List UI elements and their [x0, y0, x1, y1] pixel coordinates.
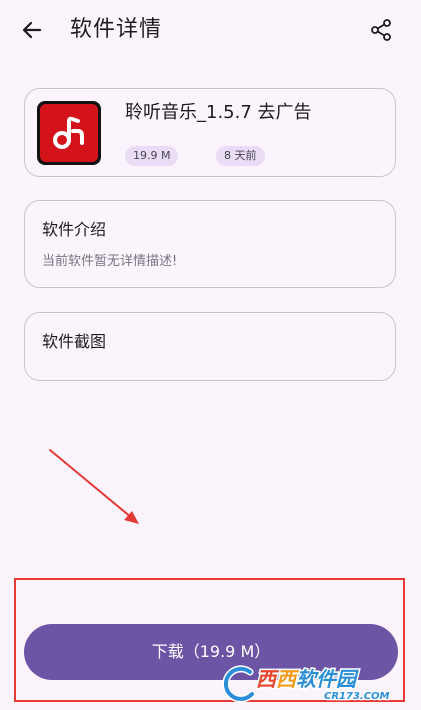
watermark-brand: 西西软件园 西西软件园 CR173.COM CR173.COM	[254, 666, 406, 704]
music-note-icon	[53, 116, 84, 149]
intro-title: 软件介绍	[42, 220, 107, 239]
app-size-chip: 19.9 M	[125, 146, 179, 166]
svg-text:西西软件园: 西西软件园	[256, 667, 359, 691]
intro-description: 当前软件暂无详情描述!	[42, 254, 178, 269]
back-button[interactable]	[14, 12, 50, 48]
software-intro-card: 软件介绍 当前软件暂无详情描述!	[24, 200, 396, 288]
share-button[interactable]	[365, 12, 397, 48]
software-screenshots-card: 软件截图	[24, 312, 396, 381]
app-icon	[37, 101, 101, 165]
site-watermark: 西西软件园 西西软件园 CR173.COM CR173.COM	[220, 664, 406, 704]
svg-text:CR173.COM: CR173.COM	[324, 691, 390, 702]
arrow-left-icon	[22, 21, 42, 39]
app-updated-chip: 8 天前	[216, 146, 265, 166]
app-name: 聆听音乐_1.5.7 去广告	[125, 102, 312, 123]
share-icon	[371, 19, 391, 41]
screenshots-title: 软件截图	[42, 332, 107, 351]
page-title: 软件详情	[70, 17, 163, 42]
annotation-arrow-icon	[49, 449, 139, 524]
top-app-bar: 软件详情	[0, 0, 421, 60]
app-info-card: 聆听音乐_1.5.7 去广告 19.9 M 8 天前	[24, 88, 396, 177]
